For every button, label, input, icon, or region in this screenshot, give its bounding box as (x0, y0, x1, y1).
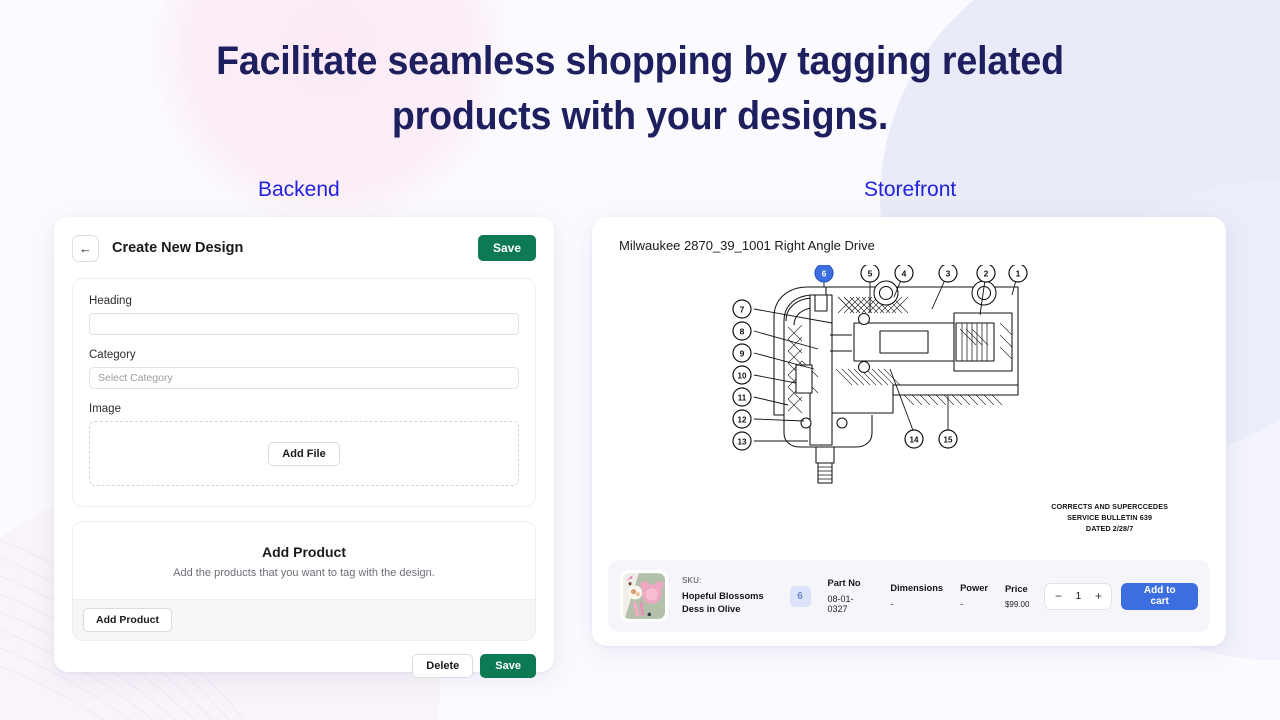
callout-badge-8: 8 (732, 321, 752, 341)
service-bulletin-note: CORRECTS AND SUPERCCEDES SERVICE BULLETI… (1051, 501, 1168, 534)
add-product-body: Add Product Add the products that you wa… (73, 522, 535, 599)
headline-line-2: products with your designs. (391, 94, 889, 139)
sku-name: Hopeful Blossoms Dess in Olive (682, 590, 786, 615)
back-arrow-icon[interactable]: ← (72, 234, 99, 262)
backend-panel: ← Create New Design Save Heading Categor… (54, 217, 554, 678)
callout-badge-13: 13 (732, 431, 752, 451)
quantity-stepper[interactable]: − 1 + (1044, 582, 1113, 610)
spec-price: Price $99.00 (1005, 584, 1029, 609)
svg-text:14: 14 (910, 436, 919, 445)
callout-badge-15: 15 (938, 429, 958, 449)
quantity-value[interactable]: 1 (1067, 590, 1089, 602)
svg-text:9: 9 (740, 349, 745, 359)
callout-badge-7: 7 (732, 299, 752, 319)
callout-badge-2: 2 (976, 265, 996, 283)
callout-badge-6: 6 (814, 265, 834, 283)
add-to-cart-button[interactable]: Add to cart (1121, 582, 1198, 610)
sku-column: SKU: Hopeful Blossoms Dess in Olive (682, 576, 786, 615)
part-no-value: 08-01-0327 (827, 594, 854, 614)
diagram-area: 6 5 4 3 2 1 7 8 9 10 11 12 13 14 15 CORR… (608, 257, 1210, 547)
product-title: Milwaukee 2870_39_1001 Right Angle Drive (619, 238, 875, 253)
svg-text:15: 15 (944, 436, 953, 445)
price-label: Price (1004, 583, 1028, 594)
add-product-title: Add Product (262, 544, 346, 560)
tagged-product-row: SKU: Hopeful Blossoms Dess in Olive 6 Pa… (608, 560, 1210, 632)
svg-text:5: 5 (868, 269, 873, 279)
dimensions-value: - (890, 599, 894, 609)
callout-badge-3: 3 (938, 265, 958, 283)
legal-line-2: SERVICE BULLETIN 639 (1067, 513, 1153, 523)
power-label: Power (960, 583, 988, 593)
product-image (623, 573, 665, 619)
svg-text:8: 8 (740, 327, 745, 337)
callout-badge-4: 4 (894, 265, 914, 283)
exploded-parts-diagram: 6 5 4 3 2 1 7 8 9 10 11 12 13 14 15 (732, 265, 1028, 484)
image-label: Image (89, 403, 121, 415)
heading-input[interactable] (89, 313, 519, 335)
svg-text:6: 6 (822, 269, 827, 279)
svg-text:13: 13 (738, 438, 747, 447)
callout-badge-9: 9 (732, 343, 752, 363)
headline-line-1: Facilitate seamless shopping by tagging … (216, 39, 1064, 83)
callout-badge-12: 12 (732, 409, 752, 429)
save-button-top[interactable]: Save (477, 235, 536, 261)
product-thumbnail (620, 570, 668, 622)
svg-text:1: 1 (1016, 269, 1021, 279)
spec-part-no: Part No 08-01-0327 (828, 578, 874, 614)
save-button-bottom[interactable]: Save (480, 654, 536, 678)
quantity-decrement-button[interactable]: − (1049, 589, 1067, 603)
svg-text:12: 12 (738, 416, 747, 425)
storefront-panel: Milwaukee 2870_39_1001 Right Angle Drive (592, 217, 1226, 646)
category-select-input[interactable] (89, 367, 519, 389)
spec-power: Power - (960, 583, 988, 609)
heading-label: Heading (89, 295, 132, 307)
sku-name-line-2: Dess in Olive (682, 604, 741, 614)
svg-text:2: 2 (984, 269, 989, 279)
callout-badge-1: 1 (1008, 265, 1028, 283)
legal-line-3: DATED 2/28/7 (1085, 524, 1134, 534)
svg-text:7: 7 (740, 305, 745, 315)
design-form-card: Heading Category Image Add File (72, 278, 536, 507)
add-product-subtitle: Add the products that you want to tag wi… (173, 567, 435, 579)
quantity-increment-button[interactable]: + (1089, 589, 1107, 603)
add-product-card: Add Product Add the products that you wa… (72, 521, 536, 641)
backend-actions: Delete Save (72, 654, 536, 678)
svg-text:10: 10 (738, 372, 747, 381)
sku-name-line-1: Hopeful Blossoms (682, 591, 764, 602)
price-value: $99.00 (1004, 599, 1030, 609)
svg-text:4: 4 (902, 269, 907, 279)
legal-line-1: CORRECTS AND SUPERCCEDES (1051, 502, 1168, 511)
part-no-label: Part No (827, 578, 861, 588)
add-file-button[interactable]: Add File (268, 441, 340, 466)
page-title: Create New Design (112, 240, 244, 256)
svg-text:11: 11 (738, 394, 747, 403)
backend-header: ← Create New Design Save (72, 233, 536, 263)
caption-storefront: Storefront (864, 178, 957, 201)
callout-badge-10: 10 (732, 365, 752, 385)
callout-badge-14: 14 (904, 429, 924, 449)
spec-dimensions: Dimensions - (890, 583, 943, 609)
category-label: Category (89, 349, 136, 361)
page-headline: Facilitate seamless shopping by tagging … (38, 34, 1241, 144)
delete-button[interactable]: Delete (412, 654, 474, 678)
product-callout-badge[interactable]: 6 (789, 585, 811, 607)
image-dropzone[interactable]: Add File (89, 421, 519, 486)
power-value: - (960, 599, 964, 609)
caption-backend: Backend (258, 178, 340, 201)
dimensions-label: Dimensions (890, 583, 944, 593)
callout-badge-5: 5 (860, 265, 880, 283)
add-product-button[interactable]: Add Product (83, 608, 172, 632)
sku-label: SKU: (682, 576, 702, 586)
add-product-footer: Add Product (73, 599, 535, 640)
callout-badge-11: 11 (732, 387, 752, 407)
svg-text:3: 3 (946, 269, 951, 279)
